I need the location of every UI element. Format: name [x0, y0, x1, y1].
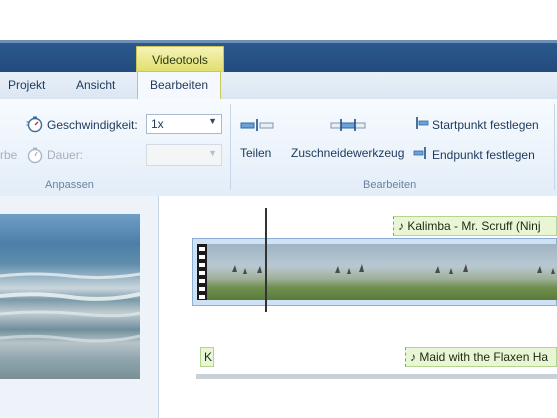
- music-track-caption[interactable]: ♪ Maid with the Flaxen Ha: [405, 347, 557, 367]
- duration-label: Dauer:: [47, 148, 84, 162]
- film-strip-icon: [197, 244, 207, 300]
- trim-tool-button[interactable]: Zuschneidewerkzeug: [291, 146, 404, 160]
- chevron-down-icon: ▼: [208, 116, 217, 126]
- playhead[interactable]: [265, 208, 267, 312]
- ribbon-tab-row: Projekt Ansicht Bearbeiten: [0, 71, 557, 100]
- set-end-point-button[interactable]: Endpunkt festlegen: [432, 148, 535, 162]
- duration-dropdown: ▼: [146, 144, 222, 166]
- cut-off-label: rbe: [0, 148, 18, 162]
- wave-lines: [0, 272, 141, 343]
- duration-stopwatch-icon: [27, 147, 43, 164]
- music-track-title: Kalimba - Mr. Scruff (Ninj: [407, 219, 541, 233]
- speed-value: 1x: [151, 117, 164, 131]
- titlebar-highlight: [0, 40, 557, 43]
- speed-dropdown[interactable]: 1x ▼: [146, 114, 222, 134]
- group-separator: [554, 104, 555, 190]
- set-start-point-button[interactable]: Startpunkt festlegen: [432, 118, 539, 132]
- music-note-icon: ♪: [410, 350, 416, 364]
- pelican-silhouettes: [232, 264, 555, 274]
- chevron-down-icon: ▼: [208, 148, 217, 158]
- speed-stopwatch-icon: [26, 116, 43, 133]
- group-label-bearbeiten: Bearbeiten: [363, 179, 417, 191]
- tab-ansicht[interactable]: Ansicht: [76, 72, 115, 99]
- context-tab-videotools[interactable]: Videotools: [136, 46, 224, 72]
- music-track-title: Maid with the Flaxen Ha: [419, 350, 549, 364]
- group-label-anpassen: Anpassen: [45, 179, 94, 191]
- tab-bearbeiten[interactable]: Bearbeiten: [137, 71, 222, 99]
- music-track-caption[interactable]: ♪ Kalimba - Mr. Scruff (Ninj: [393, 216, 557, 236]
- group-separator: [230, 104, 231, 190]
- set-start-point-icon: [416, 117, 429, 129]
- video-preview-ocean[interactable]: [0, 214, 141, 379]
- tab-projekt[interactable]: Projekt: [8, 72, 45, 99]
- caption-k[interactable]: K: [200, 347, 214, 367]
- set-end-point-icon: [413, 147, 426, 159]
- split-button[interactable]: Teilen: [240, 146, 271, 160]
- music-note-icon: ♪: [398, 219, 404, 233]
- trim-tool-icon: [330, 119, 366, 131]
- next-clip-strip: [196, 374, 557, 379]
- speed-label: Geschwindigkeit:: [47, 118, 138, 132]
- window-titlebar: [0, 40, 557, 72]
- split-icon: [240, 119, 274, 131]
